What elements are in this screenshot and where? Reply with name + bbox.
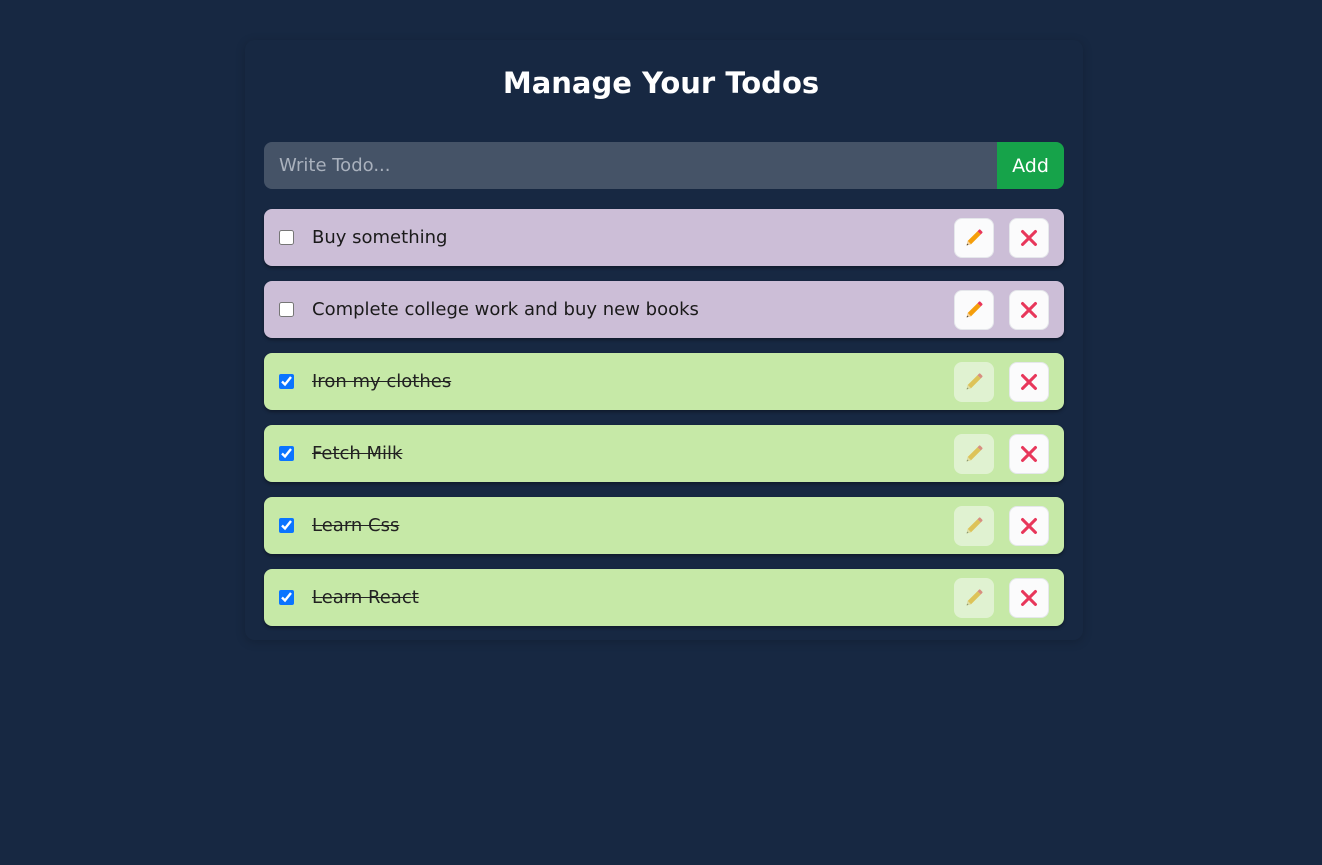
todo-item: Learn Css bbox=[264, 497, 1064, 554]
todo-item: Iron my clothes bbox=[264, 353, 1064, 410]
todo-text: Buy something bbox=[312, 227, 448, 248]
close-icon bbox=[1018, 587, 1040, 609]
todo-item: Learn React bbox=[264, 569, 1064, 626]
delete-button[interactable] bbox=[1009, 505, 1049, 546]
pencil-icon bbox=[963, 515, 985, 537]
todo-text: Iron my clothes bbox=[312, 371, 452, 392]
todo-item: Buy something bbox=[264, 209, 1064, 266]
edit-button[interactable] bbox=[954, 577, 994, 618]
todo-item: Complete college work and buy new books bbox=[264, 281, 1064, 338]
todo-text: Fetch Milk bbox=[312, 443, 403, 464]
todo-text: Learn React bbox=[312, 587, 419, 608]
todo-list: Buy something Complete college work and … bbox=[264, 209, 1064, 641]
todo-checkbox[interactable] bbox=[279, 374, 294, 389]
pencil-icon bbox=[963, 299, 985, 321]
add-button[interactable]: Add bbox=[997, 142, 1064, 189]
close-icon bbox=[1018, 227, 1040, 249]
delete-button[interactable] bbox=[1009, 433, 1049, 474]
page-title: Manage Your Todos bbox=[502, 66, 820, 100]
close-icon bbox=[1018, 299, 1040, 321]
add-todo-form: Add bbox=[264, 142, 1064, 189]
edit-button[interactable] bbox=[954, 289, 994, 330]
todo-checkbox[interactable] bbox=[279, 446, 294, 461]
todo-text: Complete college work and buy new books bbox=[312, 299, 699, 320]
edit-button[interactable] bbox=[954, 361, 994, 402]
edit-button[interactable] bbox=[954, 505, 994, 546]
delete-button[interactable] bbox=[1009, 577, 1049, 618]
delete-button[interactable] bbox=[1009, 217, 1049, 258]
todo-checkbox[interactable] bbox=[279, 590, 294, 605]
delete-button[interactable] bbox=[1009, 361, 1049, 402]
pencil-icon bbox=[963, 371, 985, 393]
todo-checkbox[interactable] bbox=[279, 302, 294, 317]
edit-button[interactable] bbox=[954, 217, 994, 258]
todo-item: Fetch Milk bbox=[264, 425, 1064, 482]
close-icon bbox=[1018, 371, 1040, 393]
close-icon bbox=[1018, 443, 1040, 465]
edit-button[interactable] bbox=[954, 433, 994, 474]
todo-text: Learn Css bbox=[312, 515, 400, 536]
pencil-icon bbox=[963, 443, 985, 465]
pencil-icon bbox=[963, 227, 985, 249]
delete-button[interactable] bbox=[1009, 289, 1049, 330]
pencil-icon bbox=[963, 587, 985, 609]
todo-input[interactable] bbox=[264, 142, 997, 189]
todo-checkbox[interactable] bbox=[279, 230, 294, 245]
close-icon bbox=[1018, 515, 1040, 537]
todo-checkbox[interactable] bbox=[279, 518, 294, 533]
